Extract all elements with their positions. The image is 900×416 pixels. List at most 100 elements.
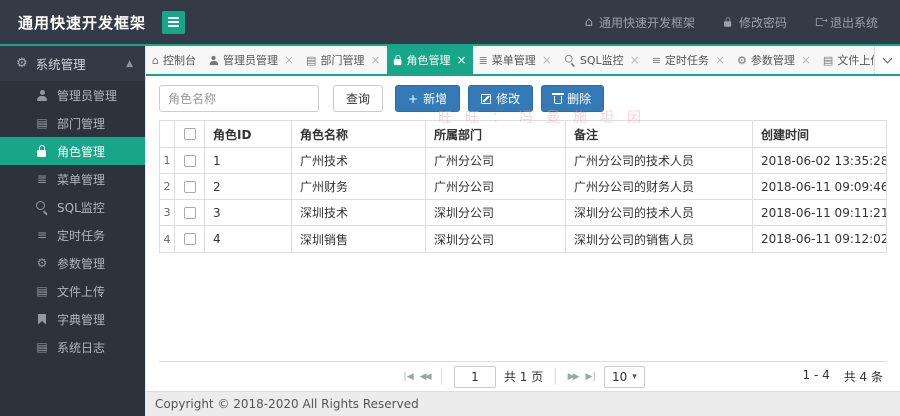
- sidebar-item-parameter-management[interactable]: ⚙ 参数管理: [0, 249, 145, 277]
- role-name: 广州技术: [292, 148, 426, 174]
- caret-down-icon: ▾: [632, 371, 637, 382]
- role-created: 2018-06-11 09:11:21: [753, 200, 886, 226]
- tab-bar: ⌂ 控制台 管理员管理 × ▤ 部门管理 × 角色管理 × ≣ 菜单管理 × S…: [146, 46, 900, 76]
- app-header: 通用快速开发框架 ⌂ 通用快速开发框架 修改密码 退出系统: [0, 0, 900, 46]
- tab-scheduled-tasks[interactable]: ≡ 定时任务 ×: [646, 46, 731, 74]
- hamburger-icon: [168, 17, 180, 19]
- page-size-select[interactable]: 10 ▾: [603, 365, 645, 388]
- role-remark: 深圳分公司的技术人员: [566, 200, 753, 226]
- tab-menu-management[interactable]: ≣ 菜单管理 ×: [473, 46, 558, 74]
- app-title: 通用快速开发框架: [18, 13, 147, 32]
- address-book-icon: ▤: [306, 53, 317, 67]
- table-row[interactable]: 2 2 广州财务 广州分公司 广州分公司的财务人员 2018-06-11 09:…: [160, 174, 886, 200]
- role-name: 深圳销售: [292, 226, 426, 252]
- sidebar-item-admin-management[interactable]: 管理员管理: [0, 81, 145, 109]
- role-created: 2018-06-11 09:09:46: [753, 174, 886, 200]
- logout-link[interactable]: 退出系统: [815, 14, 878, 31]
- gear-outline-icon: ⚙: [36, 256, 48, 270]
- table-row[interactable]: 3 3 深圳技术 深圳分公司 深圳分公司的技术人员 2018-06-11 09:…: [160, 200, 886, 226]
- tab-sql-monitor[interactable]: SQL监控 ×: [558, 46, 646, 74]
- roles-table: 角色ID 角色名称 所属部门 备注 创建时间 1 1 广州技术 广州分公司 广州…: [159, 120, 887, 253]
- tab-department-management[interactable]: ▤ 部门管理 ×: [300, 46, 386, 74]
- role-management-panel: 查询 + 新增 修改 删除 角色ID 角色名称 所属部门 备注: [146, 76, 900, 391]
- role-created: 2018-06-11 09:12:02: [761, 232, 886, 246]
- chevron-down-icon: [882, 53, 893, 64]
- lock-icon: [723, 16, 733, 28]
- caret-up-icon: ▲: [126, 58, 133, 69]
- delete-button[interactable]: 删除: [541, 85, 605, 112]
- main-area: ⌂ 控制台 管理员管理 × ▤ 部门管理 × 角色管理 × ≣ 菜单管理 × S…: [145, 46, 900, 416]
- role-name-search-input[interactable]: [159, 85, 319, 112]
- trash-icon: [552, 93, 565, 104]
- tab-parameter-management[interactable]: ⚙ 参数管理 ×: [731, 46, 817, 74]
- role-id: 3: [205, 200, 292, 226]
- next-page-button[interactable]: ▶▶: [568, 372, 580, 382]
- sidebar-item-scheduled-tasks[interactable]: ≡ 定时任务: [0, 221, 145, 249]
- close-icon[interactable]: ×: [630, 53, 640, 67]
- first-page-button[interactable]: ❘◀: [401, 372, 414, 382]
- role-remark: 广州分公司的财务人员: [566, 174, 753, 200]
- close-icon[interactable]: ×: [457, 53, 467, 67]
- close-icon[interactable]: ×: [715, 53, 725, 67]
- row-checkbox[interactable]: [183, 180, 196, 193]
- sidebar-item-department-management[interactable]: ▤ 部门管理: [0, 109, 145, 137]
- range-label: 1 - 4: [802, 368, 830, 382]
- sidebar-group-system[interactable]: ⚙ 系统管理 ▲: [0, 46, 145, 81]
- close-icon[interactable]: ×: [801, 53, 811, 67]
- edit-icon: [481, 93, 492, 104]
- row-checkbox[interactable]: [183, 233, 196, 245]
- gear-icon: ⚙: [736, 53, 747, 67]
- select-all-checkbox[interactable]: [183, 128, 196, 140]
- gear-icon: ⚙: [16, 56, 28, 71]
- sidebar-item-system-log[interactable]: ▤ 系统日志: [0, 333, 145, 361]
- sidebar-item-dictionary-management[interactable]: 字典管理: [0, 305, 145, 333]
- tab-role-management[interactable]: 角色管理 ×: [386, 46, 473, 74]
- role-created: 2018-06-02 13:35:28: [753, 148, 886, 174]
- close-icon[interactable]: ×: [284, 53, 294, 67]
- query-button[interactable]: 查询: [333, 85, 384, 112]
- person-icon: [33, 89, 51, 101]
- tasks-icon: ≡: [36, 228, 48, 242]
- column-header-remark: 备注: [566, 121, 753, 148]
- role-id: 2: [205, 174, 292, 200]
- column-header-department: 所属部门: [426, 121, 566, 148]
- copyright-text: Copyright © 2018-2020 All Rights Reserve…: [155, 397, 419, 411]
- sidebar-toggle-button[interactable]: [162, 10, 186, 34]
- tab-admin-management[interactable]: 管理员管理 ×: [202, 46, 300, 74]
- sidebar-item-file-upload[interactable]: ▤ 文件上传: [0, 277, 145, 305]
- sidebar-item-role-management[interactable]: 角色管理: [0, 137, 145, 165]
- close-icon[interactable]: ×: [542, 53, 552, 67]
- role-name: 深圳技术: [292, 200, 426, 226]
- header-nav: ⌂ 通用快速开发框架 修改密码 退出系统: [585, 14, 878, 31]
- add-button[interactable]: + 新增: [395, 85, 461, 112]
- sidebar-item-menu-management[interactable]: ≣ 菜单管理: [0, 165, 145, 193]
- total-pages-label: 共 1 页: [503, 370, 544, 384]
- row-checkbox[interactable]: [183, 154, 196, 167]
- tasks-icon: ≡: [651, 53, 661, 67]
- table-row[interactable]: 1 1 广州技术 广州分公司 广州分公司的技术人员 2018-06-02 13:…: [160, 148, 886, 174]
- tab-list-dropdown-button[interactable]: [874, 46, 900, 74]
- role-remark: 深圳分公司的销售人员: [566, 226, 753, 252]
- log-file-icon: ▤: [36, 340, 48, 354]
- person-icon: [208, 55, 219, 66]
- table-row[interactable]: 4 4 深圳销售 深圳分公司 深圳分公司的销售人员 2018-06-11 09:…: [160, 226, 886, 252]
- file-icon: ▤: [36, 284, 48, 298]
- home-icon: ⌂: [152, 53, 159, 67]
- close-icon[interactable]: ×: [370, 53, 380, 67]
- role-dept: 深圳分公司: [426, 226, 566, 252]
- tab-console[interactable]: ⌂ 控制台: [146, 46, 202, 74]
- footer: Copyright © 2018-2020 All Rights Reserve…: [146, 391, 900, 416]
- row-checkbox[interactable]: [183, 206, 196, 219]
- role-dept: 广州分公司: [426, 174, 566, 200]
- change-password-link[interactable]: 修改密码: [723, 14, 787, 31]
- sidebar-item-sql-monitor[interactable]: SQL监控: [0, 193, 145, 221]
- prev-page-button[interactable]: ◀◀: [420, 372, 432, 382]
- page-number-input[interactable]: [453, 365, 496, 388]
- address-book-icon: ▤: [36, 116, 48, 130]
- table-header-row: 角色ID 角色名称 所属部门 备注 创建时间: [160, 121, 886, 148]
- column-header-role-name: 角色名称: [292, 121, 426, 148]
- edit-button[interactable]: 修改: [468, 85, 534, 112]
- plus-icon: +: [408, 91, 419, 106]
- last-page-button[interactable]: ▶❘: [586, 372, 599, 382]
- header-home-link[interactable]: ⌂ 通用快速开发框架: [585, 14, 695, 31]
